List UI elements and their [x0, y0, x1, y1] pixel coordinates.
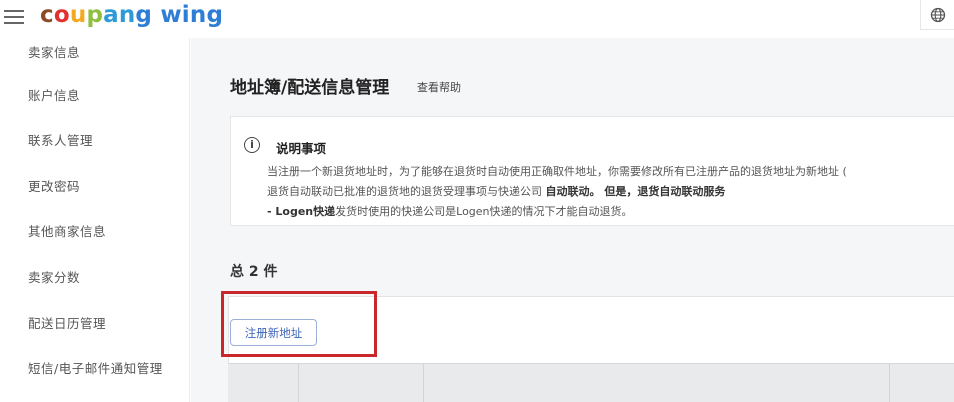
sidebar-item-contact-management[interactable]: 联系人管理 [28, 130, 93, 149]
table-header [228, 363, 954, 402]
notice-line-3: - Logen快递发货时使用的快递公司是Logen快递的情况下才能自动退货。 [267, 203, 633, 219]
sidebar-item-delivery-calendar[interactable]: 配送日历管理 [28, 313, 106, 332]
sidebar-item-change-password[interactable]: 更改密码 [28, 176, 80, 195]
sidebar-item-seller-info[interactable]: 卖家信息 [28, 42, 80, 61]
top-bar: coupang wing [0, 0, 954, 38]
table-header-cell [228, 364, 298, 402]
page-title: 地址簿/配送信息管理 [230, 78, 390, 98]
register-new-address-button[interactable]: 注册新地址 [230, 319, 317, 346]
sidebar: 卖家信息 账户信息 联系人管理 更改密码 其他商家信息 卖家分数 配送日历管理 … [0, 38, 190, 402]
notice-line-2-emphasis: 自动联动。 但是，退货自动联动服务 [545, 185, 726, 198]
logo-letter: g [135, 2, 153, 28]
sidebar-item-seller-score[interactable]: 卖家分数 [28, 267, 80, 286]
logo-letter: n [189, 2, 207, 28]
logo-letter: g [206, 2, 224, 28]
notice-line-3-text: 发货时使用的快递公司是Logen快递的情况下才能自动退货。 [335, 205, 633, 218]
hamburger-icon[interactable] [4, 10, 24, 26]
logo-letter: a [103, 2, 119, 28]
logo-letter: n [118, 2, 136, 28]
logo-letter: o [53, 2, 70, 28]
sidebar-item-account-info[interactable]: 账户信息 [28, 85, 80, 104]
logo-letter: i [181, 2, 190, 28]
logo-letter [152, 0, 160, 30]
notice-line-2: 退货自动联动已批准的退货地的退货受理事项与快递公司 自动联动。 但是，退货自动联… [267, 183, 725, 199]
brand-logo[interactable]: coupang wing [40, 0, 223, 30]
notice-title: 说明事项 [276, 141, 327, 156]
logo-letter: u [69, 2, 87, 28]
notice-line-3-emphasis: - Logen快递 [267, 205, 336, 218]
table-header-cell [423, 364, 889, 402]
language-button[interactable] [920, 0, 954, 30]
logo-letter: w [160, 2, 182, 28]
table-header-cell [889, 364, 954, 402]
sidebar-item-other-merchant-info[interactable]: 其他商家信息 [28, 221, 106, 240]
notice-line-1: 当注册一个新退货地址时，为了能够在退货时自动使用正确取件地址，你需要修改所有已注… [267, 165, 847, 178]
logo-letter: c [40, 2, 54, 28]
total-count: 总 2 件 [230, 264, 278, 280]
help-link[interactable]: 查看帮助 [417, 79, 461, 95]
sidebar-item-notification-management[interactable]: 短信/电子邮件通知管理 [28, 358, 163, 377]
logo-letter: p [86, 2, 104, 28]
main-content: 地址簿/配送信息管理 查看帮助 i 说明事项 当注册一个新退货地址时，为了能够在… [191, 38, 954, 402]
notice-box: i 说明事项 当注册一个新退货地址时，为了能够在退货时自动使用正确取件地址，你需… [230, 116, 954, 226]
table-header-cell [298, 364, 423, 402]
info-icon: i [244, 137, 260, 153]
globe-icon [930, 7, 946, 23]
notice-line-2-text: 退货自动联动已批准的退货地的退货受理事项与快递公司 [267, 185, 546, 198]
